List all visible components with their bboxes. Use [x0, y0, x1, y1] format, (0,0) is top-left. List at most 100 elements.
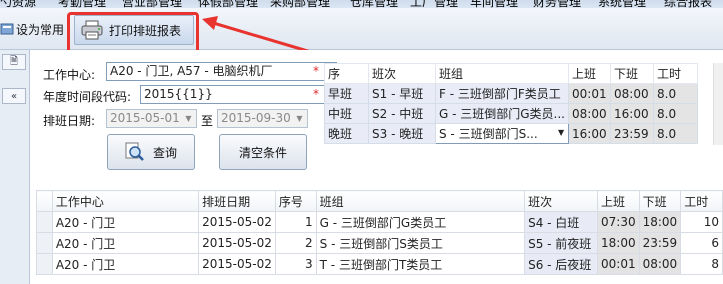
date-to-field[interactable]: 2015-09-30 ▼: [217, 109, 308, 128]
period-label: 年度时间段代码:: [43, 90, 132, 104]
collapse-icon[interactable]: «: [2, 88, 26, 104]
menu-item[interactable]: 营业部管理: [122, 0, 182, 8]
query-button[interactable]: 查询: [107, 134, 195, 170]
table-row[interactable]: 早班 S1 - 早班 F - 三班倒部门F类员工 00:01 08:00 8.0: [324, 83, 699, 104]
cell-end: 08:00: [610, 83, 655, 104]
scrollbar[interactable]: [713, 63, 723, 145]
cell-shift: S4 - 白班: [524, 211, 599, 233]
column-header[interactable]: 班次: [368, 63, 436, 84]
period-value: 2015{{1}}: [144, 87, 213, 101]
cell-start: 00:01: [568, 83, 612, 104]
cell-group-select[interactable]: S - 三班倒部门S... ▼: [434, 123, 570, 144]
menu-item[interactable]: 仓库管理: [350, 0, 398, 8]
chevron-down-icon[interactable]: ▼: [292, 110, 307, 127]
date-label: 排班日期:: [43, 114, 96, 128]
set-common-icon: [0, 23, 14, 35]
cell-start: 18:00: [597, 232, 640, 254]
toolbar: 设为常用 打印排班报表: [0, 8, 723, 56]
cell-no: 2: [274, 232, 317, 254]
cell-end: 16:00: [610, 103, 655, 124]
table-row[interactable]: A20 - 门卫 2015-05-02 1 G - 三班倒部门G类员工 S4 -…: [36, 211, 723, 233]
side-document-icon[interactable]: 🗎: [2, 54, 26, 70]
cell-hours: 8: [680, 253, 723, 275]
cell-shift: S6 - 后夜班: [524, 253, 599, 275]
table-row[interactable]: A20 - 门卫 2015-05-02 2 S - 三班倒部门S类员工 S5 -…: [36, 232, 723, 254]
date-range-separator: 至: [201, 114, 214, 128]
column-header[interactable]: 上班: [597, 190, 640, 212]
column-header[interactable]: 序: [324, 63, 369, 84]
date-from-value: 2015-05-01: [110, 111, 180, 125]
menu-item[interactable]: 勺资源: [0, 0, 36, 8]
set-common-label: 设为常用: [16, 22, 65, 37]
row-header-corner: [36, 190, 53, 212]
set-common-button[interactable]: 设为常用: [0, 20, 64, 38]
cell-start: 16:00: [568, 123, 612, 144]
cell-end: 18:00: [638, 211, 682, 233]
cell-seq: 中班: [324, 103, 369, 124]
cell-group: S - 三班倒部门S类员工: [315, 232, 526, 254]
cell-center: A20 - 门卫: [51, 232, 200, 254]
date-to-value: 2015-09-30: [221, 111, 291, 125]
chevron-down-icon[interactable]: ▼: [181, 110, 196, 127]
cell-group: S - 三班倒部门S...: [439, 127, 538, 141]
period-select[interactable]: 2015{{1}} ▼: [140, 85, 337, 104]
cell-date: 2015-05-02: [198, 211, 276, 233]
column-header[interactable]: 工作中心: [51, 190, 200, 212]
cell-start: 08:00: [568, 103, 612, 124]
required-mark: *: [313, 87, 319, 101]
chevron-down-icon[interactable]: ▼: [554, 125, 567, 143]
menu-bar: 勺资源 考勤管理 营业部管理 体假部管理 采购部管理 仓库管理 工厂管理 车间管…: [0, 0, 723, 8]
row-header: [36, 232, 53, 254]
cell-seq: 早班: [324, 83, 369, 104]
column-header[interactable]: 班组: [434, 63, 570, 84]
table-row[interactable]: A20 - 门卫 2015-05-02 3 T - 三班倒部门T类员工 S6 -…: [36, 253, 723, 275]
column-header[interactable]: 班组: [315, 190, 526, 212]
menu-item[interactable]: 采购部管理: [270, 0, 330, 8]
cell-end: 08:00: [638, 253, 682, 275]
cell-group: F - 三班倒部门F类员工: [434, 83, 570, 104]
cell-hours: 6: [680, 232, 723, 254]
cell-no: 1: [274, 211, 317, 233]
cell-date: 2015-05-02: [198, 232, 276, 254]
shift-table: 序 班次 班组 上班 下班 工时 早班 S1 - 早班 F - 三班倒部门F类员…: [324, 63, 699, 144]
clear-conditions-label: 清空条件: [238, 145, 287, 160]
search-icon: [125, 142, 144, 161]
left-side-panel: 🗎 «: [0, 50, 30, 284]
cell-no: 3: [274, 253, 317, 275]
work-center-label: 工作中心:: [43, 68, 96, 82]
cell-hours: 8.0: [653, 123, 699, 144]
cell-group: T - 三班倒部门T类员工: [315, 253, 526, 275]
column-header[interactable]: 上班: [568, 63, 612, 84]
menu-item[interactable]: 工厂管理: [410, 0, 458, 8]
date-from-field[interactable]: 2015-05-01 ▼: [106, 109, 197, 128]
column-header[interactable]: 排班日期: [198, 190, 276, 212]
menu-item[interactable]: 综合报表: [664, 0, 712, 8]
row-header: [36, 211, 53, 233]
required-mark: *: [313, 64, 319, 78]
column-header[interactable]: 序号: [274, 190, 317, 212]
menu-item[interactable]: 考勤管理: [58, 0, 106, 8]
cell-center: A20 - 门卫: [51, 253, 200, 275]
table-row[interactable]: 中班 S2 - 中班 G - 三班倒部门G类员... 08:00 16:00 8…: [324, 103, 699, 124]
column-header[interactable]: 工时: [680, 190, 723, 212]
column-header[interactable]: 下班: [638, 190, 682, 212]
cell-shift: S5 - 前夜班: [524, 232, 599, 254]
table-row[interactable]: 晚班 S3 - 晚班 S - 三班倒部门S... ▼ 16:00 23:59 8…: [324, 123, 699, 144]
cell-group: G - 三班倒部门G类员...: [434, 103, 570, 124]
column-header[interactable]: 班次: [524, 190, 599, 212]
menu-item[interactable]: 车间管理: [470, 0, 518, 8]
menu-item[interactable]: 系统管理: [598, 0, 646, 8]
cell-start: 00:01: [597, 253, 640, 275]
cell-start: 07:30: [597, 211, 640, 233]
cell-hours: 8.0: [653, 83, 699, 104]
work-center-select[interactable]: A20 - 门卫, A57 - 电脑织机厂 ▼: [106, 62, 337, 81]
column-header[interactable]: 工时: [653, 63, 699, 84]
menu-item[interactable]: 财务管理: [533, 0, 581, 8]
cell-shift: S3 - 晚班: [368, 123, 436, 144]
clear-conditions-button[interactable]: 清空条件: [219, 134, 307, 170]
schedule-grid: 工作中心 排班日期 序号 班组 班次 上班 下班 工时 A20 - 门卫 201…: [36, 190, 723, 275]
cell-shift: S2 - 中班: [368, 103, 436, 124]
column-header[interactable]: 下班: [610, 63, 655, 84]
menu-item[interactable]: 体假部管理: [198, 0, 258, 8]
row-header: [36, 253, 53, 275]
